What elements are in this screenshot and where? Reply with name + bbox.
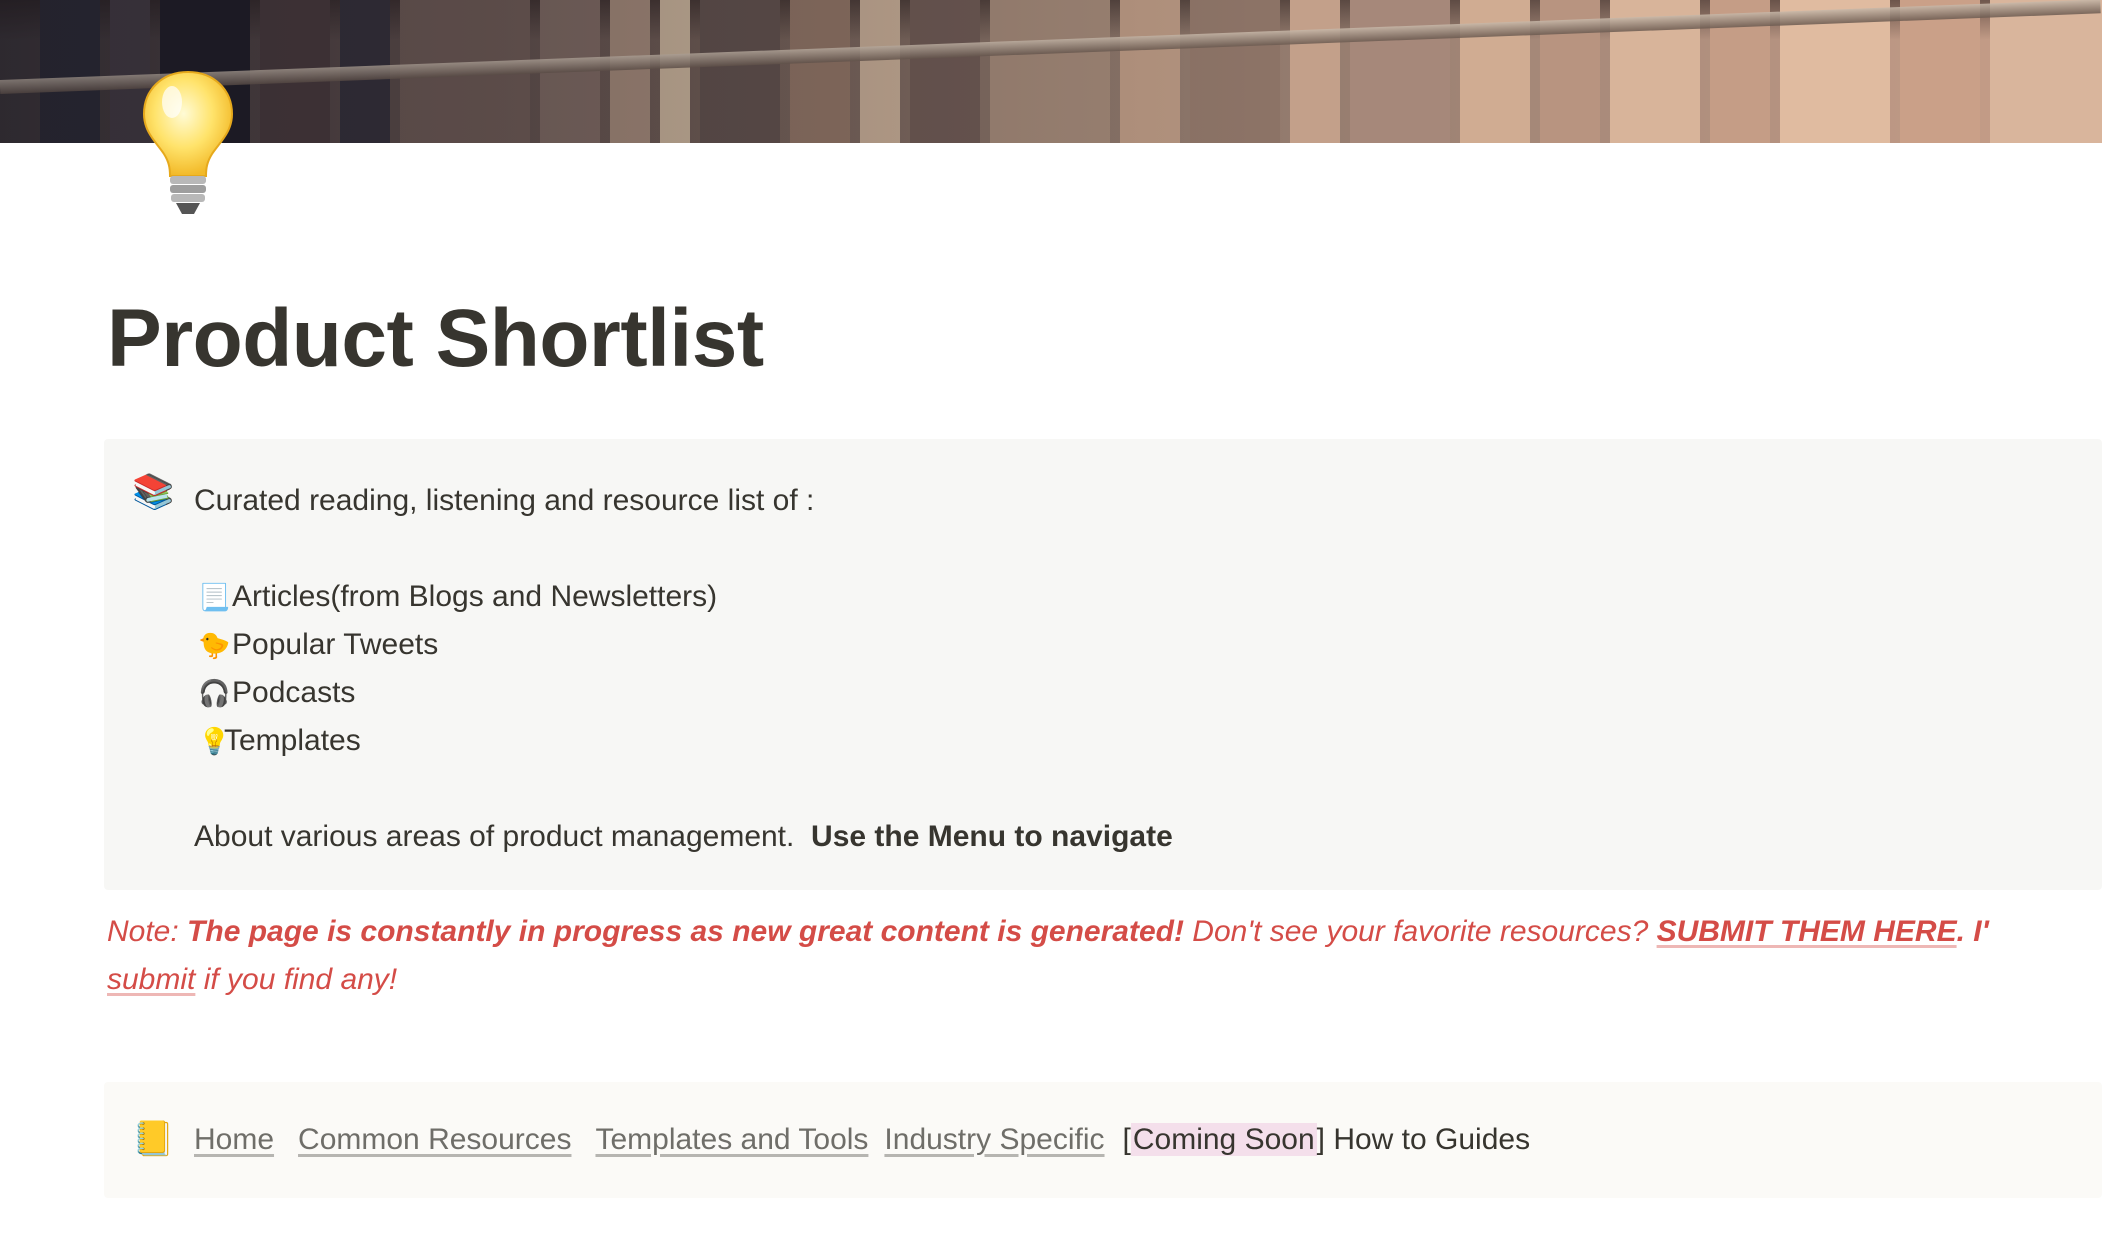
callout-about: About various areas of product managemen… <box>194 820 1173 853</box>
list-item: 💡Templates <box>194 717 1173 765</box>
navigation-menu: 📒 Home Common Resources Templates and Tool… <box>104 1082 2102 1198</box>
headphones-icon: 🎧 <box>198 678 231 708</box>
list-item: 🎧Podcasts <box>194 669 1173 717</box>
books-icon: 📚 <box>132 473 175 511</box>
callout-intro: Curated reading, listening and resource … <box>194 484 815 517</box>
menu-how-to-guides: How to Guides <box>1324 1123 1531 1156</box>
list-item: 📃Articles(from Blogs and Newsletters) <box>194 573 1173 621</box>
chick-icon: 🐤 <box>198 630 231 660</box>
menu-coming-soon: [Coming Soon] How to Guides <box>1122 1123 1531 1156</box>
scroll-icon: 📃 <box>198 582 231 612</box>
submit-link[interactable]: submit <box>107 963 195 996</box>
menu-link-templates-and-tools[interactable]: Templates and Tools <box>595 1123 868 1156</box>
list-item: 🐤Popular Tweets <box>194 621 1173 669</box>
lightbulb-icon[interactable] <box>138 68 238 220</box>
callout-text: Curated reading, listening and resource … <box>194 477 1173 861</box>
navigate-hint: Use the Menu to navigate <box>811 820 1173 853</box>
progress-note: Note: The page is constantly in progress… <box>107 915 1989 996</box>
menu-links: Home Common Resources Templates and Tools I… <box>194 1116 1530 1164</box>
coming-soon-badge: Coming Soon <box>1130 1123 1317 1156</box>
intro-callout: 📚 Curated reading, listening and resourc… <box>104 439 2102 890</box>
lightbulb-icon: 💡 <box>198 726 231 756</box>
page-title: Product Shortlist <box>107 293 764 384</box>
menu-link-common-resources[interactable]: Common Resources <box>298 1123 571 1156</box>
cover-image <box>0 0 2102 143</box>
submit-here-link[interactable]: SUBMIT THEM HERE <box>1657 915 1957 948</box>
menu-link-home[interactable]: Home <box>194 1123 274 1156</box>
menu-link-industry-specific[interactable]: Industry Specific <box>884 1123 1104 1156</box>
notebook-icon: 📒 <box>132 1120 175 1158</box>
